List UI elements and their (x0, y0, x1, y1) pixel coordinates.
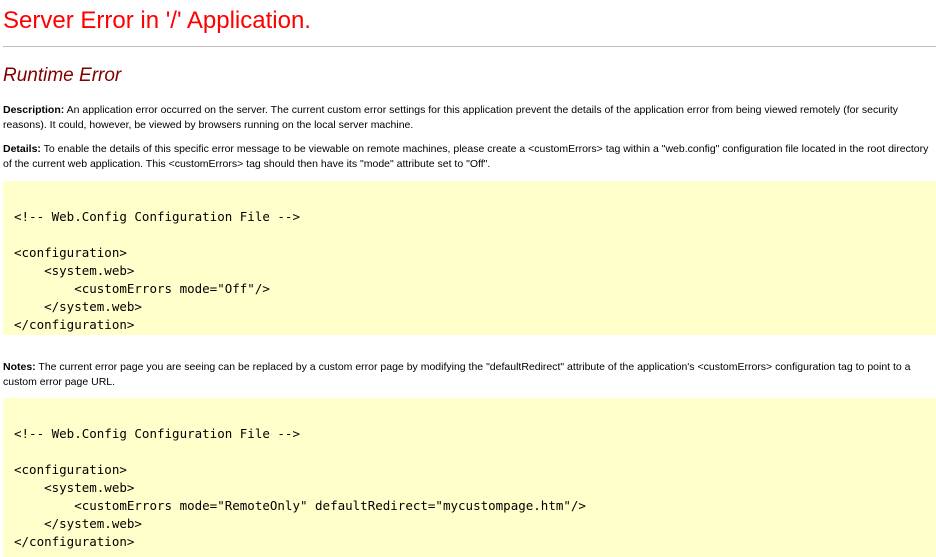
notes-label: Notes: (3, 361, 36, 373)
code-line: </configuration> (14, 317, 135, 332)
code-line: <!-- Web.Config Configuration File --> (14, 426, 300, 441)
title-divider (3, 46, 936, 47)
details-paragraph: Details: To enable the details of this s… (3, 142, 931, 172)
code-line: <system.web> (14, 480, 135, 495)
details-label: Details: (3, 143, 41, 155)
code-line: </system.web> (14, 516, 142, 531)
error-page: Server Error in '/' Application. Runtime… (0, 0, 936, 557)
details-text: To enable the details of this specific e… (3, 143, 929, 170)
notes-text: The current error page you are seeing ca… (3, 361, 911, 388)
code-line: <configuration> (14, 462, 127, 477)
description-paragraph: Description: An application error occurr… (3, 103, 931, 133)
code-line: </configuration> (14, 534, 135, 549)
error-type-heading: Runtime Error (3, 65, 122, 86)
code-line: <system.web> (14, 263, 135, 278)
code-line: <customErrors mode="Off"/> (14, 281, 270, 296)
code-line: </system.web> (14, 299, 142, 314)
code-line: <!-- Web.Config Configuration File --> (14, 209, 300, 224)
config-code-block-remoteonly[interactable]: <!-- Web.Config Configuration File --> <… (3, 398, 936, 557)
code-line: <configuration> (14, 245, 127, 260)
config-code-block-off[interactable]: <!-- Web.Config Configuration File --> <… (3, 181, 936, 335)
notes-paragraph: Notes: The current error page you are se… (3, 360, 931, 390)
code-line: <customErrors mode="RemoteOnly" defaultR… (14, 498, 586, 513)
description-text: An application error occurred on the ser… (3, 104, 899, 131)
page-title: Server Error in '/' Application. (3, 7, 311, 34)
description-label: Description: (3, 104, 65, 116)
